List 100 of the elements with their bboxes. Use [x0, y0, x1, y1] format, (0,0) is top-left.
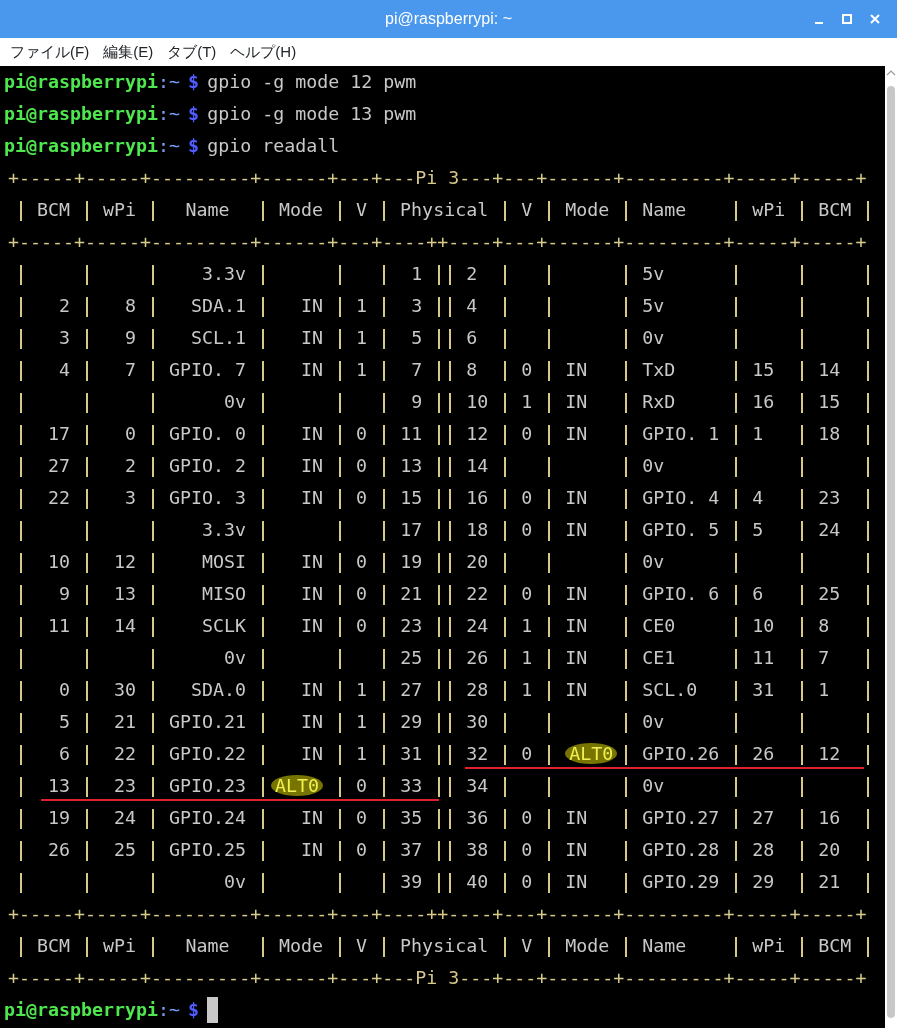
- table-cell: 24: [114, 807, 137, 828]
- table-cell: 9: [411, 391, 423, 412]
- table-cell: 0: [521, 839, 533, 860]
- column-header: Name: [642, 199, 687, 220]
- table-cell: 0: [521, 583, 533, 604]
- table-cell: 2: [125, 455, 137, 476]
- prompt-user: pi@raspberrypi: [4, 102, 159, 126]
- table-cell: 1: [356, 359, 368, 380]
- table-cell: 14: [466, 455, 489, 476]
- command-text: gpio -g mode 13 pwm: [207, 102, 417, 126]
- scroll-up-icon[interactable]: [886, 68, 896, 78]
- table-cell: 0: [356, 583, 368, 604]
- table-cell: 28: [752, 839, 775, 860]
- prompt-symbol: $: [188, 102, 200, 126]
- table-cell: 0: [356, 839, 368, 860]
- table-cell: 1: [521, 391, 533, 412]
- table-cell: 28: [466, 679, 489, 700]
- prompt-symbol: $: [188, 134, 200, 158]
- table-cell: 1: [521, 615, 533, 636]
- table-cell: 0: [521, 743, 533, 764]
- table-cell: IN: [565, 487, 588, 508]
- menu-item[interactable]: 編集(E): [103, 40, 154, 64]
- table-cell: 24: [818, 519, 841, 540]
- menu-item[interactable]: タブ(T): [167, 40, 217, 64]
- scrollbar-thumb[interactable]: [887, 86, 895, 1018]
- table-cell: GPIO. 5: [642, 519, 720, 540]
- table-cell: IN: [565, 807, 588, 828]
- table-cell: 3: [411, 295, 423, 316]
- table-border-line: +-----+-----+---------+------+---+----++----+---+------+---------+-----+-----+: [8, 902, 867, 926]
- table-cell: 3: [59, 327, 70, 348]
- table-cell: 22: [466, 583, 489, 604]
- column-header: BCM: [37, 935, 70, 956]
- table-cell: GPIO. 0: [169, 423, 247, 444]
- menu-item[interactable]: ファイル(F): [10, 40, 90, 64]
- table-cell: 0: [125, 423, 137, 444]
- table-cell: IN: [565, 839, 588, 860]
- table-cell: 0: [521, 807, 533, 828]
- table-cell: GPIO.29: [642, 871, 720, 892]
- highlighted-cell: ALT0: [271, 775, 324, 796]
- column-header: Physical: [400, 199, 489, 220]
- prompt-user: pi@raspberrypi: [4, 70, 159, 94]
- table-cell: 13: [400, 455, 423, 476]
- table-cell: 13: [114, 583, 137, 604]
- table-cell: 1: [356, 743, 368, 764]
- column-header: V: [521, 935, 533, 956]
- table-cell: 11: [400, 423, 423, 444]
- table-cell: 6: [466, 327, 478, 348]
- table-cell: 0v: [642, 551, 665, 572]
- table-cell: 0v: [224, 871, 247, 892]
- table-cell: IN: [565, 391, 588, 412]
- table-cell: 2: [466, 263, 478, 284]
- table-cell: 27: [752, 807, 775, 828]
- table-cell: 27: [400, 679, 423, 700]
- column-header: wPi: [752, 935, 786, 956]
- column-header: Mode: [279, 935, 324, 956]
- table-cell: 12: [466, 423, 489, 444]
- table-cell: 18: [466, 519, 489, 540]
- table-cell: 35: [400, 807, 423, 828]
- menu-item[interactable]: ヘルプ(H): [230, 40, 297, 64]
- table-cell: 22: [48, 487, 70, 508]
- table-cell: 17: [400, 519, 423, 540]
- column-header: V: [356, 935, 368, 956]
- table-cell: 15: [818, 391, 841, 412]
- command-text: gpio -g mode 12 pwm: [207, 70, 417, 94]
- table-cell: GPIO. 4: [642, 487, 720, 508]
- table-cell: 0: [356, 455, 368, 476]
- table-cell: 3.3v: [202, 519, 247, 540]
- table-cell: 0: [356, 487, 368, 508]
- prompt-path: :~: [158, 998, 181, 1022]
- table-cell: IN: [565, 519, 588, 540]
- column-header: wPi: [103, 935, 137, 956]
- table-cell: 0: [356, 775, 368, 796]
- table-cell: 18: [818, 423, 841, 444]
- table-cell: 33: [400, 775, 423, 796]
- table-cell: IN: [301, 359, 324, 380]
- table-cell: 30: [466, 711, 489, 732]
- table-cell: IN: [301, 423, 324, 444]
- table-cell: 1: [521, 679, 533, 700]
- table-cell: 0: [521, 359, 533, 380]
- table-cell: 24: [466, 615, 489, 636]
- table-cell: 26: [48, 839, 70, 860]
- table-cell: TxD: [642, 359, 676, 380]
- table-cell: 25: [818, 583, 841, 604]
- table-cell: 25: [114, 839, 137, 860]
- table-cell: GPIO. 6: [642, 583, 720, 604]
- table-cell: 21: [114, 711, 137, 732]
- table-cell: 4: [752, 487, 764, 508]
- table-cell: 0v: [224, 391, 247, 412]
- table-border-line: +-----+-----+---------+------+---+----++----+---+------+---------+-----+-----+: [8, 230, 867, 254]
- prompt-symbol: $: [188, 70, 200, 94]
- table-cell: 1: [411, 263, 423, 284]
- table-cell: 37: [400, 839, 423, 860]
- table-cell: IN: [565, 615, 588, 636]
- scrollbar[interactable]: [885, 66, 897, 1028]
- table-cell: 36: [466, 807, 489, 828]
- table-cell: 30: [114, 679, 137, 700]
- table-cell: SDA.1: [191, 295, 247, 316]
- table-cell: 0: [356, 423, 368, 444]
- table-cell: GPIO.25: [169, 839, 247, 860]
- command-text: gpio readall: [207, 134, 340, 158]
